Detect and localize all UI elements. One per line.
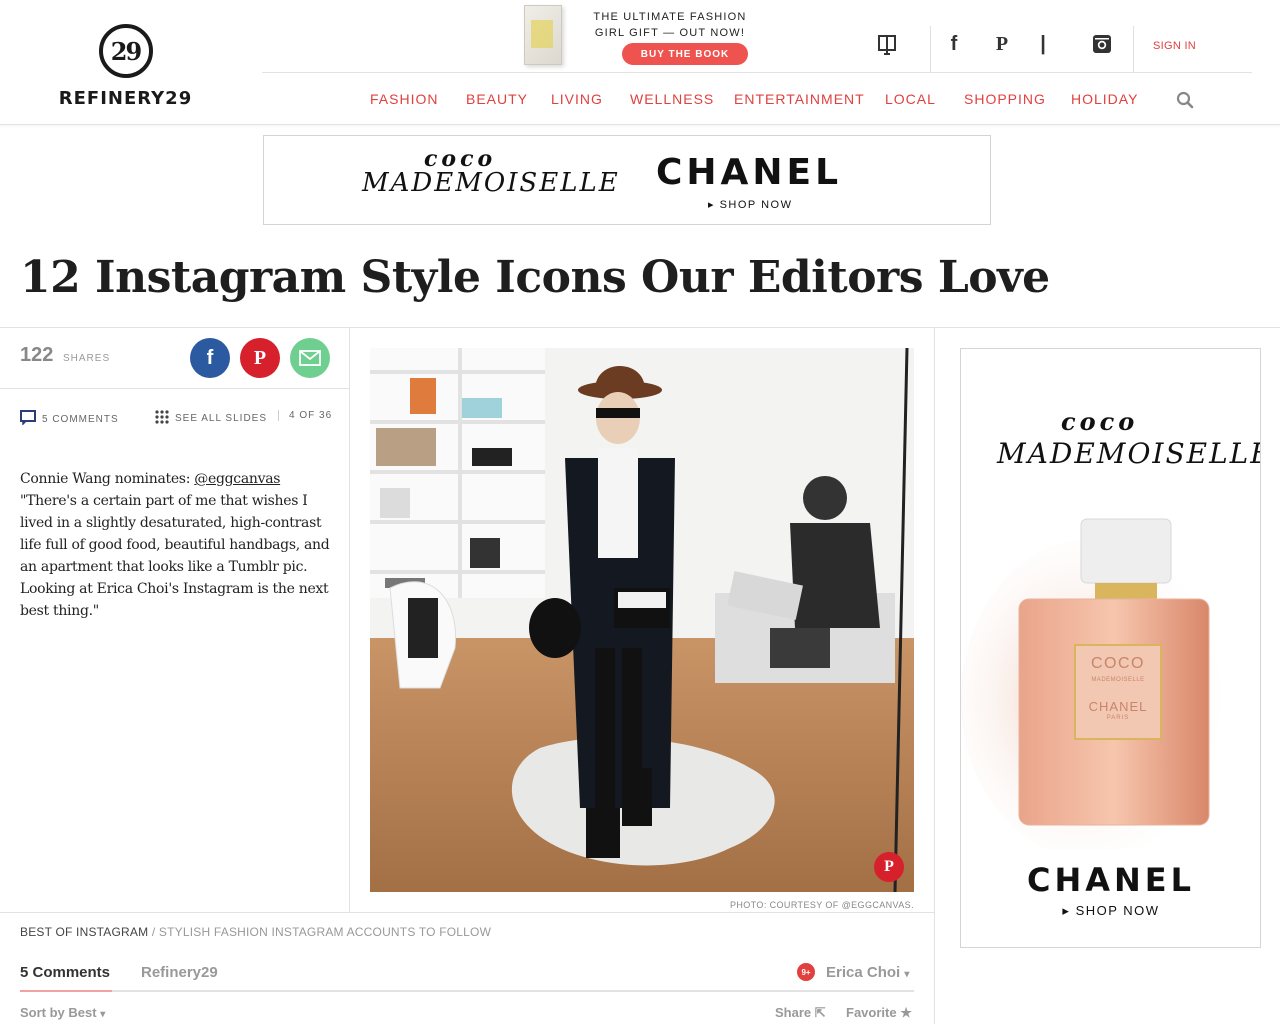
pinterest-share-button[interactable]: P [240,338,280,378]
see-all-label: SEE ALL SLIDES [175,413,268,424]
sidebar-divider [0,388,349,389]
photo-illustration [370,348,914,892]
column-divider [934,328,935,1024]
ad-coco-text: coco [1061,407,1139,436]
nav-item-beauty[interactable]: BEAUTY [466,91,528,107]
header-divider [262,72,1252,73]
chanel-sidebar-ad[interactable]: coco MADEMOISELLE COCO MADEMOISELLE CHAN… [960,348,1261,948]
facebook-share-button[interactable]: f [190,338,230,378]
bottle-label-paris: PARIS [1106,715,1130,721]
share-count: 122 [20,344,54,366]
instagram-icon[interactable] [1087,26,1117,62]
ad-cta-label: SHOP NOW [719,199,793,211]
share-label: SHARES [63,353,111,364]
chevron-down-icon: ▾ [100,1009,106,1020]
ad-brand-text: CHANEL [656,152,843,193]
see-all-slides-link[interactable]: SEE ALL SLIDES [155,410,267,424]
comment-icon [20,410,36,426]
nav-item-local[interactable]: LOCAL [885,91,936,107]
article-title: 12 Instagram Style Icons Our Editors Lov… [20,252,1050,303]
notification-badge[interactable]: 9+ [797,963,815,981]
book-promo: THE ULTIMATE FASHION GIRL GIFT — OUT NOW… [516,3,766,67]
bottle-label-chanel: CHANEL [1088,699,1148,714]
user-menu[interactable]: Erica Choi ▾ [826,964,909,981]
article-meta: 5 COMMENTS SEE ALL SLIDES 4 OF 36 [20,410,332,426]
share-icon: ⇱ [814,1005,826,1020]
article-body: Connie Wang nominates: @eggcanvas "There… [20,468,332,622]
breadcrumb-separator: / [148,925,159,939]
share-discussion-button[interactable]: Share ⇱ [775,1005,826,1021]
instagram-handle-link[interactable]: @eggcanvas [194,471,280,487]
photo-credit: PHOTO: COURTESY OF @EGGCANVAS. [729,900,914,910]
bottle-label-coco: COCO [1091,655,1145,672]
sort-dropdown[interactable]: Sort by Best ▾ [20,1005,105,1020]
pinterest-icon: P [253,346,267,369]
ad-shop-now-link[interactable]: ▸ SHOP NOW [961,903,1260,919]
ad-cta-label: SHOP NOW [1075,903,1160,918]
sort-label: Sort by Best [20,1005,97,1020]
tab-comments[interactable]: 5 Comments [20,964,110,981]
facebook-icon: f [206,346,214,369]
email-share-button[interactable] [290,338,330,378]
comments-count-label: 5 COMMENTS [42,414,119,425]
slide-position: 4 OF 36 [278,410,332,421]
tab-refinery29[interactable]: Refinery29 [141,964,218,981]
favorite-label: Favorite [846,1005,897,1020]
user-name: Erica Choi [826,964,901,981]
tumblr-icon[interactable]: | [1028,26,1058,62]
grid-icon [155,410,169,424]
pinterest-icon[interactable]: P [987,26,1017,62]
ad-brand-text: CHANEL [1026,861,1196,899]
divider [1133,26,1134,72]
divider [930,26,931,72]
sign-in-link[interactable]: SIGN IN [1153,40,1196,52]
quote-text: "There's a certain part of me that wishe… [20,493,330,619]
chevron-down-icon: ▾ [904,969,910,980]
tablet-icon[interactable] [872,26,902,62]
star-icon: ★ [900,1005,912,1020]
breadcrumb-section-link[interactable]: BEST OF INSTAGRAM [20,925,148,939]
ad-mademoiselle-text: MADEMOISELLE [362,168,620,198]
nav-item-holiday[interactable]: HOLIDAY [1071,91,1138,107]
promo-line-1: THE ULTIMATE FASHION [593,11,747,23]
ad-shop-now-link[interactable]: ▸ SHOP NOW [708,198,793,211]
share-label: Share [775,1005,812,1020]
nav-item-entertainment[interactable]: ENTERTAINMENT [734,91,865,107]
book-cover-image[interactable] [524,5,562,65]
active-tab-indicator [20,990,112,992]
favorite-button[interactable]: Favorite ★ [846,1005,912,1021]
breadcrumb-page-link[interactable]: STYLISH FASHION INSTAGRAM ACCOUNTS TO FO… [159,925,491,939]
site-header: 29 REFINERY29 THE ULTIMATE FASHION GIRL … [0,0,1280,125]
promo-line-2: GIRL GIFT — OUT NOW! [594,27,746,39]
facebook-icon[interactable]: f [939,26,969,62]
search-icon[interactable] [1176,91,1194,109]
envelope-icon [299,350,321,366]
chanel-banner-ad[interactable]: coco MADEMOISELLE CHANEL ▸ SHOP NOW [263,135,991,225]
logo-text: REFINERY29 [58,88,193,109]
pinterest-pin-button[interactable]: P [874,852,904,882]
logo-mark: 29 [98,24,153,78]
nav-item-shopping[interactable]: SHOPPING [964,91,1046,107]
bottle-label-mademoiselle: MADEMOISELLE [1091,677,1145,683]
buy-book-button[interactable]: BUY THE BOOK [622,43,748,65]
nav-item-fashion[interactable]: FASHION [370,91,438,107]
tabs-underline [20,990,914,992]
nav-item-living[interactable]: LIVING [551,91,603,107]
article-sidebar: 122 SHARES f P 5 COMMENTS SEE ALL SLIDES… [0,328,350,913]
slide-photo[interactable] [370,348,914,892]
breadcrumb: BEST OF INSTAGRAM / STYLISH FASHION INST… [20,925,491,939]
pinterest-icon: P [884,858,894,875]
nav-item-wellness[interactable]: WELLNESS [630,91,714,107]
site-logo[interactable]: 29 REFINERY29 [58,24,193,109]
nominator-text: Connie Wang nominates: [20,471,195,487]
content-divider [0,912,934,913]
ad-mademoiselle-text: MADEMOISELLE [997,437,1261,470]
comments-link[interactable]: 5 COMMENTS [20,410,119,426]
